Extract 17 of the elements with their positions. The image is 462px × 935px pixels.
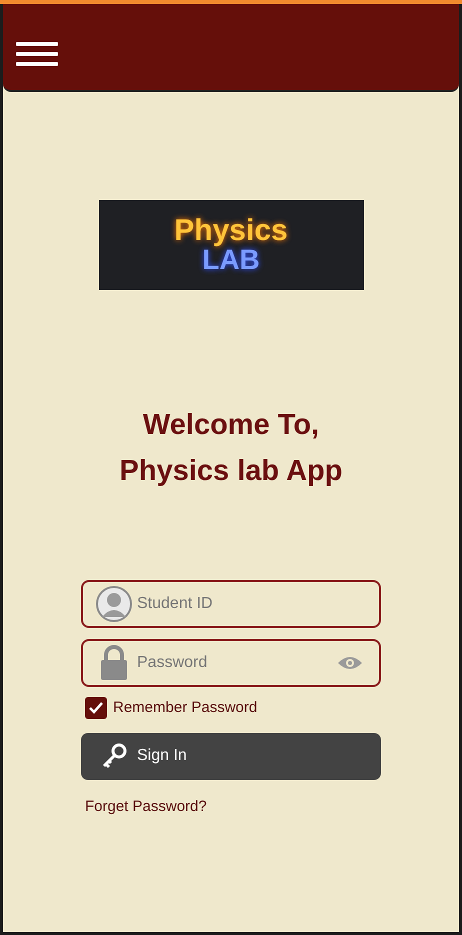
sign-in-button[interactable]: Sign In xyxy=(81,732,381,780)
password-input[interactable]: Password xyxy=(137,651,329,675)
lock-icon xyxy=(99,645,129,681)
welcome-title: Physics lab App xyxy=(120,454,342,489)
welcome-title: Welcome To, xyxy=(142,408,320,443)
logo-text: LAB xyxy=(202,246,260,274)
checkmark-icon xyxy=(89,702,103,714)
forgot-password-link[interactable]: Forget Password? xyxy=(85,796,381,818)
remember-checkbox[interactable] xyxy=(85,697,107,720)
password-field[interactable]: Password xyxy=(81,639,381,687)
menu-icon[interactable] xyxy=(16,42,58,68)
student-id-field[interactable]: Student ID xyxy=(81,580,381,628)
user-icon xyxy=(95,585,133,623)
remember-label: Remember Password xyxy=(113,698,258,718)
student-id-input[interactable]: Student ID xyxy=(137,592,367,616)
key-icon xyxy=(101,743,127,769)
logo-text: Physics xyxy=(174,216,288,246)
